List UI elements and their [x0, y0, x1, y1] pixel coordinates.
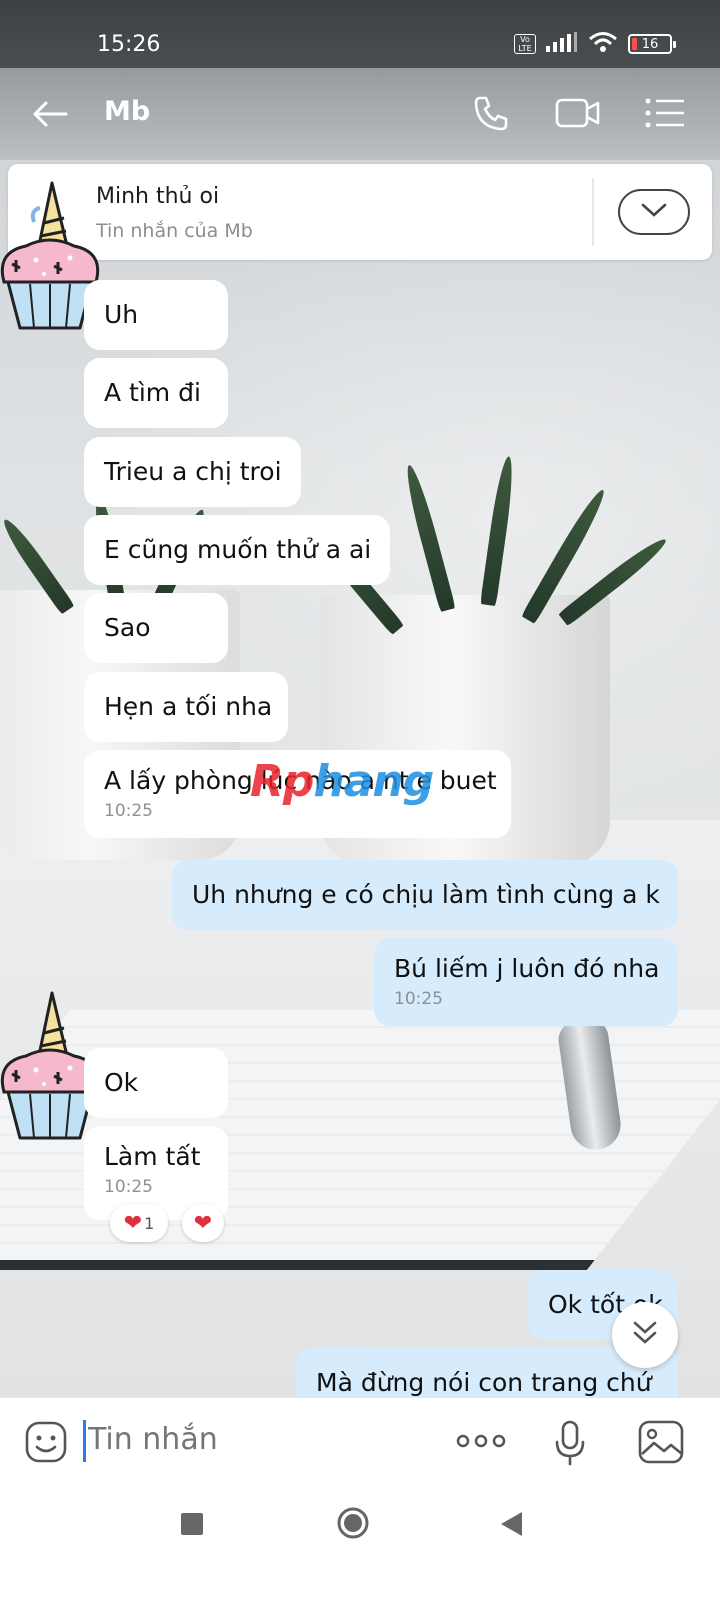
video-call-icon[interactable]	[554, 92, 602, 138]
message-bubble-incoming[interactable]: Uh	[84, 280, 228, 350]
message-text: Bú liếm j luôn đó nha	[394, 954, 660, 983]
message-bubble-incoming[interactable]: E cũng muốn thử a ai	[84, 515, 390, 585]
message-bubble-incoming[interactable]: Hẹn a tối nha	[84, 672, 288, 742]
message-text: Ok	[104, 1068, 139, 1097]
add-reaction-button[interactable]: ❤	[182, 1204, 224, 1242]
message-text: A tìm đi	[104, 378, 201, 407]
microphone-icon[interactable]	[552, 1420, 588, 1470]
message-composer	[0, 1397, 720, 1485]
system-navigation-bar	[0, 1485, 720, 1600]
message-text: Uh nhưng e có chịu làm tình cùng a k	[192, 880, 660, 909]
message-text: Uh	[104, 300, 139, 329]
message-input[interactable]	[88, 1422, 418, 1457]
reaction-summary[interactable]: ❤ 1	[110, 1204, 168, 1242]
message-bubble-outgoing[interactable]: Uh nhưng e có chịu làm tình cùng a k	[172, 860, 678, 930]
phone-icon[interactable]	[470, 92, 512, 138]
heart-icon: ❤	[123, 1210, 143, 1236]
recent-apps-icon[interactable]	[180, 1512, 204, 1540]
watermark-logo: Rphang	[250, 756, 434, 807]
message-bubble-outgoing[interactable]: Bú liếm j luôn đó nha 10:25	[374, 938, 678, 1026]
message-bubble-incoming[interactable]: Sao	[84, 593, 228, 663]
home-icon[interactable]	[336, 1506, 370, 1544]
heart-icon: ❤	[193, 1210, 213, 1236]
message-text: Trieu a chị troi	[104, 457, 282, 486]
message-text: E cũng muốn thử a ai	[104, 535, 372, 564]
message-text: Sao	[104, 613, 151, 642]
pinned-message-bar[interactable]: Minh thủ oi Tin nhắn của Mb	[8, 164, 712, 260]
pinned-subtitle: Tin nhắn của Mb	[96, 220, 253, 242]
more-options-icon[interactable]	[456, 1426, 506, 1460]
reaction-count: 1	[144, 1213, 155, 1233]
battery-level: 16	[641, 36, 659, 52]
image-gallery-icon[interactable]	[638, 1420, 684, 1468]
message-text: Hẹn a tối nha	[104, 692, 273, 721]
status-bar: 15:26 Vo LTE 16	[0, 0, 720, 68]
back-triangle-icon[interactable]	[498, 1510, 524, 1542]
chevron-down-icon	[640, 201, 668, 223]
message-timestamp: 10:25	[394, 989, 443, 1009]
back-arrow-icon[interactable]	[30, 94, 70, 138]
emoji-sticker-icon[interactable]	[24, 1420, 68, 1468]
battery-icon: 16	[628, 34, 676, 54]
message-bubble-incoming[interactable]: Ok	[84, 1048, 228, 1118]
scroll-to-bottom-button[interactable]	[612, 1302, 678, 1368]
message-text: Làm tất	[104, 1142, 201, 1171]
contact-name[interactable]: Mb	[104, 96, 150, 127]
message-timestamp: 10:25	[104, 1177, 153, 1197]
status-time: 15:26	[97, 32, 161, 57]
double-chevron-down-icon	[631, 1318, 659, 1352]
signal-icon	[546, 32, 578, 56]
message-bubble-incoming[interactable]: A tìm đi	[84, 358, 228, 428]
wifi-icon	[588, 31, 618, 57]
message-bubble-incoming[interactable]: Trieu a chị troi	[84, 437, 301, 507]
volte-badge: Vo LTE	[514, 34, 536, 54]
pinned-title: Minh thủ oi	[96, 184, 220, 209]
menu-list-icon[interactable]	[644, 92, 686, 138]
expand-pinned-button[interactable]	[618, 189, 690, 235]
message-text: Mà đừng nói con trang chứ	[316, 1368, 652, 1397]
chat-header: Mb	[0, 68, 720, 160]
